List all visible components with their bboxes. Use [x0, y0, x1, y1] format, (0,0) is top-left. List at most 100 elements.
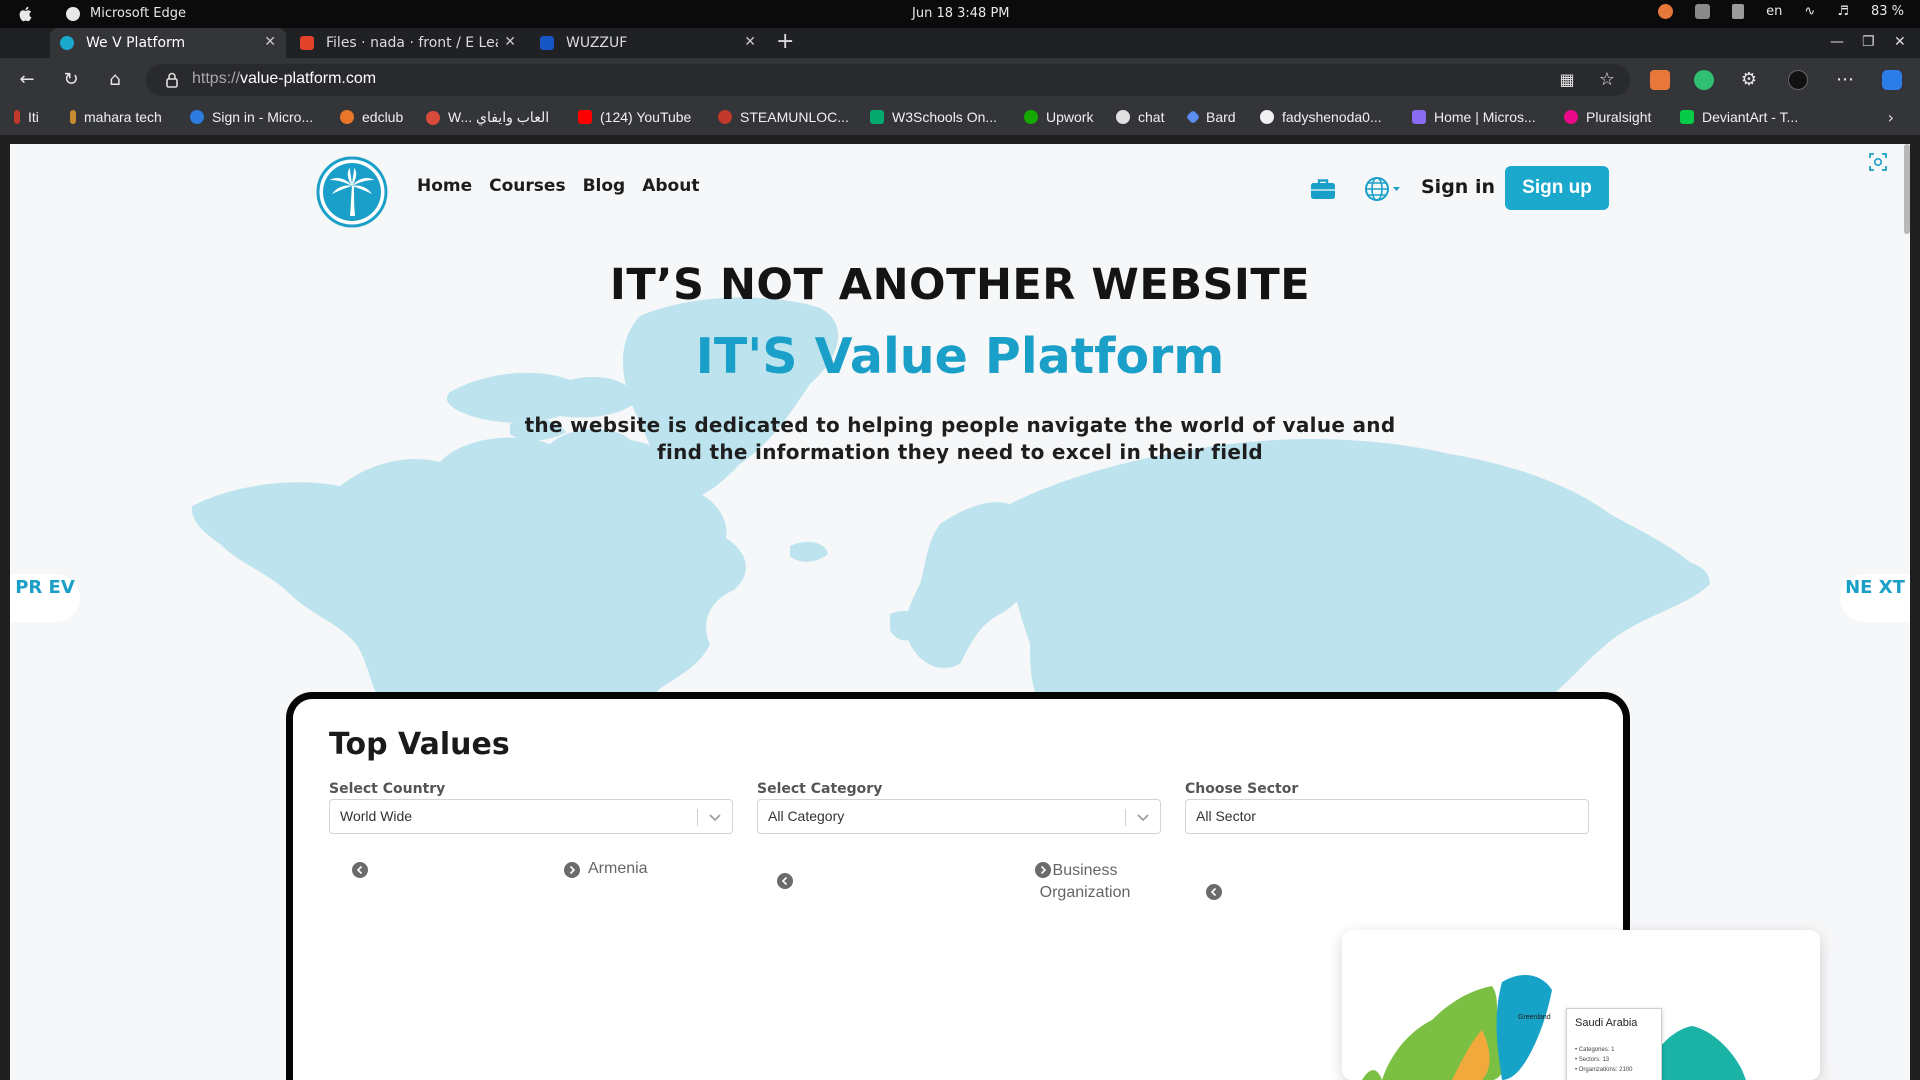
wuzzuf-favicon [540, 36, 554, 50]
tooltip-sectors: • Sectors: 13 [1575, 1057, 1610, 1063]
bookmark-deviantart[interactable]: DeviantArt - T... [1680, 109, 1798, 125]
edclub-icon [340, 110, 354, 124]
tab-files-gitlab[interactable]: Files · nada · front / E Lear ✕ [290, 28, 526, 58]
games-icon [426, 110, 440, 125]
clipboard-icon[interactable] [1732, 4, 1745, 19]
chevron-left-icon[interactable] [1206, 884, 1222, 900]
active-app-name: Microsoft Edge [90, 6, 187, 21]
system-clock[interactable]: Jun 18 3:48 PM [912, 6, 1010, 21]
hero-title: IT’S NOT ANOTHER WEBSITE [609, 260, 1311, 310]
back-arrow-icon[interactable]: ← [16, 69, 38, 91]
hero-description: the website is dedicated to helping peop… [524, 413, 1396, 464]
home-icon[interactable]: ⌂ [104, 69, 126, 91]
wifi-icon[interactable]: ∿ [1804, 4, 1815, 19]
hero-subtitle: IT'S Value Platform [695, 328, 1225, 385]
chevron-left-icon[interactable] [777, 873, 793, 889]
bookmark-steamunlocked[interactable]: STEAMUNLOC... [718, 109, 849, 125]
close-window-button[interactable]: ✕ [1894, 34, 1906, 50]
bookmark-bard[interactable]: Bard [1185, 109, 1236, 125]
nav-about[interactable]: About [642, 176, 699, 196]
mahara-icon [70, 110, 76, 124]
close-tab-icon[interactable]: ✕ [504, 34, 516, 50]
more-menu-icon[interactable]: ⋯ [1834, 69, 1856, 91]
tooltip-title: Saudi Arabia [1575, 1017, 1638, 1029]
bookmark-sign-in-microsoft[interactable]: Sign in - Micro... [190, 109, 313, 125]
country-label: Select Country [329, 781, 446, 797]
bookmark-wifi-games[interactable]: W... العاب وايفاي [426, 109, 549, 126]
category-select[interactable]: All Category [757, 799, 1161, 834]
bookmark-edclub[interactable]: edclub [340, 109, 403, 125]
iti-icon [14, 110, 20, 124]
pluralsight-icon [1564, 110, 1578, 124]
extension-green-icon[interactable] [1694, 70, 1714, 90]
chevron-right-icon[interactable]: › [1888, 108, 1894, 127]
extensions-puzzle-icon[interactable]: ⚙ [1738, 69, 1760, 91]
close-tab-icon[interactable]: ✕ [264, 34, 276, 50]
sector-select[interactable]: All Sector [1185, 799, 1589, 834]
nav-courses[interactable]: Courses [489, 176, 565, 196]
sector-label: Choose Sector [1185, 781, 1299, 797]
tooltip-categories: • Categories: 1 [1575, 1047, 1615, 1053]
close-tab-icon[interactable]: ✕ [744, 34, 756, 50]
extension-icon[interactable] [1650, 70, 1670, 90]
youtube-icon [578, 110, 592, 124]
nav-blog[interactable]: Blog [583, 176, 626, 196]
nav-home[interactable]: Home [417, 176, 472, 196]
favorite-star-icon[interactable]: ☆ [1596, 69, 1618, 91]
bookmark-upwork[interactable]: Upwork [1024, 109, 1093, 125]
value-platform-logo[interactable] [316, 156, 388, 228]
page-scrollbar[interactable] [1904, 144, 1910, 234]
carousel-next-button[interactable]: NE XT [1840, 574, 1910, 622]
address-bar[interactable]: https://value-platform.com [146, 64, 1630, 96]
sign-up-button[interactable]: Sign up [1505, 166, 1609, 210]
visual-search-icon[interactable] [1868, 152, 1888, 172]
volume-icon[interactable]: ♬ [1837, 4, 1849, 19]
immersive-reader-icon[interactable]: ▦ [1556, 69, 1578, 91]
bookmark-pluralsight[interactable]: Pluralsight [1564, 109, 1651, 125]
tab-label: We V Platform [86, 35, 186, 51]
map-preview-card[interactable]: Greenland Saudi Arabia • Categories: 1 •… [1342, 930, 1820, 1080]
briefcase-icon[interactable] [1310, 178, 1336, 200]
category-label: Select Category [757, 781, 883, 797]
carousel-prev-button[interactable]: PR EV [10, 574, 80, 622]
bookmarks-bar: Iti mahara tech Sign in - Micro... edclu… [0, 102, 1920, 136]
os-top-bar: Microsoft Edge Jun 18 3:48 PM en ∿ ♬ 83 … [0, 0, 1920, 28]
url-text[interactable]: https://value-platform.com [192, 70, 376, 88]
profile-avatar[interactable] [1788, 70, 1808, 90]
bookmark-youtube[interactable]: (124) YouTube [578, 109, 691, 125]
keyboard-language[interactable]: en [1766, 4, 1782, 19]
tab-we-v-platform[interactable]: We V Platform ✕ [50, 28, 286, 58]
restore-window-button[interactable]: ❐ [1862, 34, 1875, 50]
bookmark-chat[interactable]: chat [1116, 109, 1164, 125]
tooltip-organizations: • Organizations: 2100 [1575, 1067, 1633, 1073]
upwork-icon [1024, 110, 1038, 124]
sign-in-link[interactable]: Sign in [1421, 176, 1495, 198]
bookmark-microsoft-home[interactable]: Home | Micros... [1412, 109, 1536, 125]
chevron-left-icon[interactable] [352, 862, 368, 878]
country-select[interactable]: World Wide [329, 799, 733, 834]
bookmark-iti[interactable]: Iti [14, 109, 39, 125]
chevron-down-icon[interactable] [1136, 810, 1150, 824]
notification-icon[interactable] [1658, 4, 1674, 19]
browser-tab-strip: We V Platform ✕ Files · nada · front / E… [0, 28, 1920, 58]
github-icon [1260, 110, 1274, 124]
battery-status[interactable]: 83 % [1871, 4, 1904, 19]
copilot-icon[interactable] [1882, 70, 1902, 90]
apple-icon[interactable] [18, 5, 34, 23]
onedrive-icon [190, 110, 204, 124]
minimize-window-button[interactable]: — [1830, 34, 1844, 50]
tab-wuzzuf[interactable]: WUZZUF ✕ [530, 28, 766, 58]
bookmark-w3schools[interactable]: W3Schools On... [870, 109, 997, 125]
settings-tray-icon[interactable] [1695, 4, 1711, 19]
new-tab-button[interactable]: + [776, 30, 794, 54]
edge-app-icon [66, 7, 80, 21]
chevron-right-icon[interactable] [564, 862, 580, 878]
lock-icon[interactable] [164, 71, 180, 89]
chevron-down-icon[interactable] [708, 810, 722, 824]
bookmark-mahara-tech[interactable]: mahara tech [70, 109, 162, 125]
language-globe-icon[interactable] [1364, 176, 1402, 202]
category-option[interactable]: Business Organization [1025, 860, 1145, 904]
bookmark-github[interactable]: fadyshenoda0... [1260, 109, 1382, 125]
country-option[interactable]: Armenia [588, 860, 648, 878]
refresh-icon[interactable]: ↻ [60, 69, 82, 91]
